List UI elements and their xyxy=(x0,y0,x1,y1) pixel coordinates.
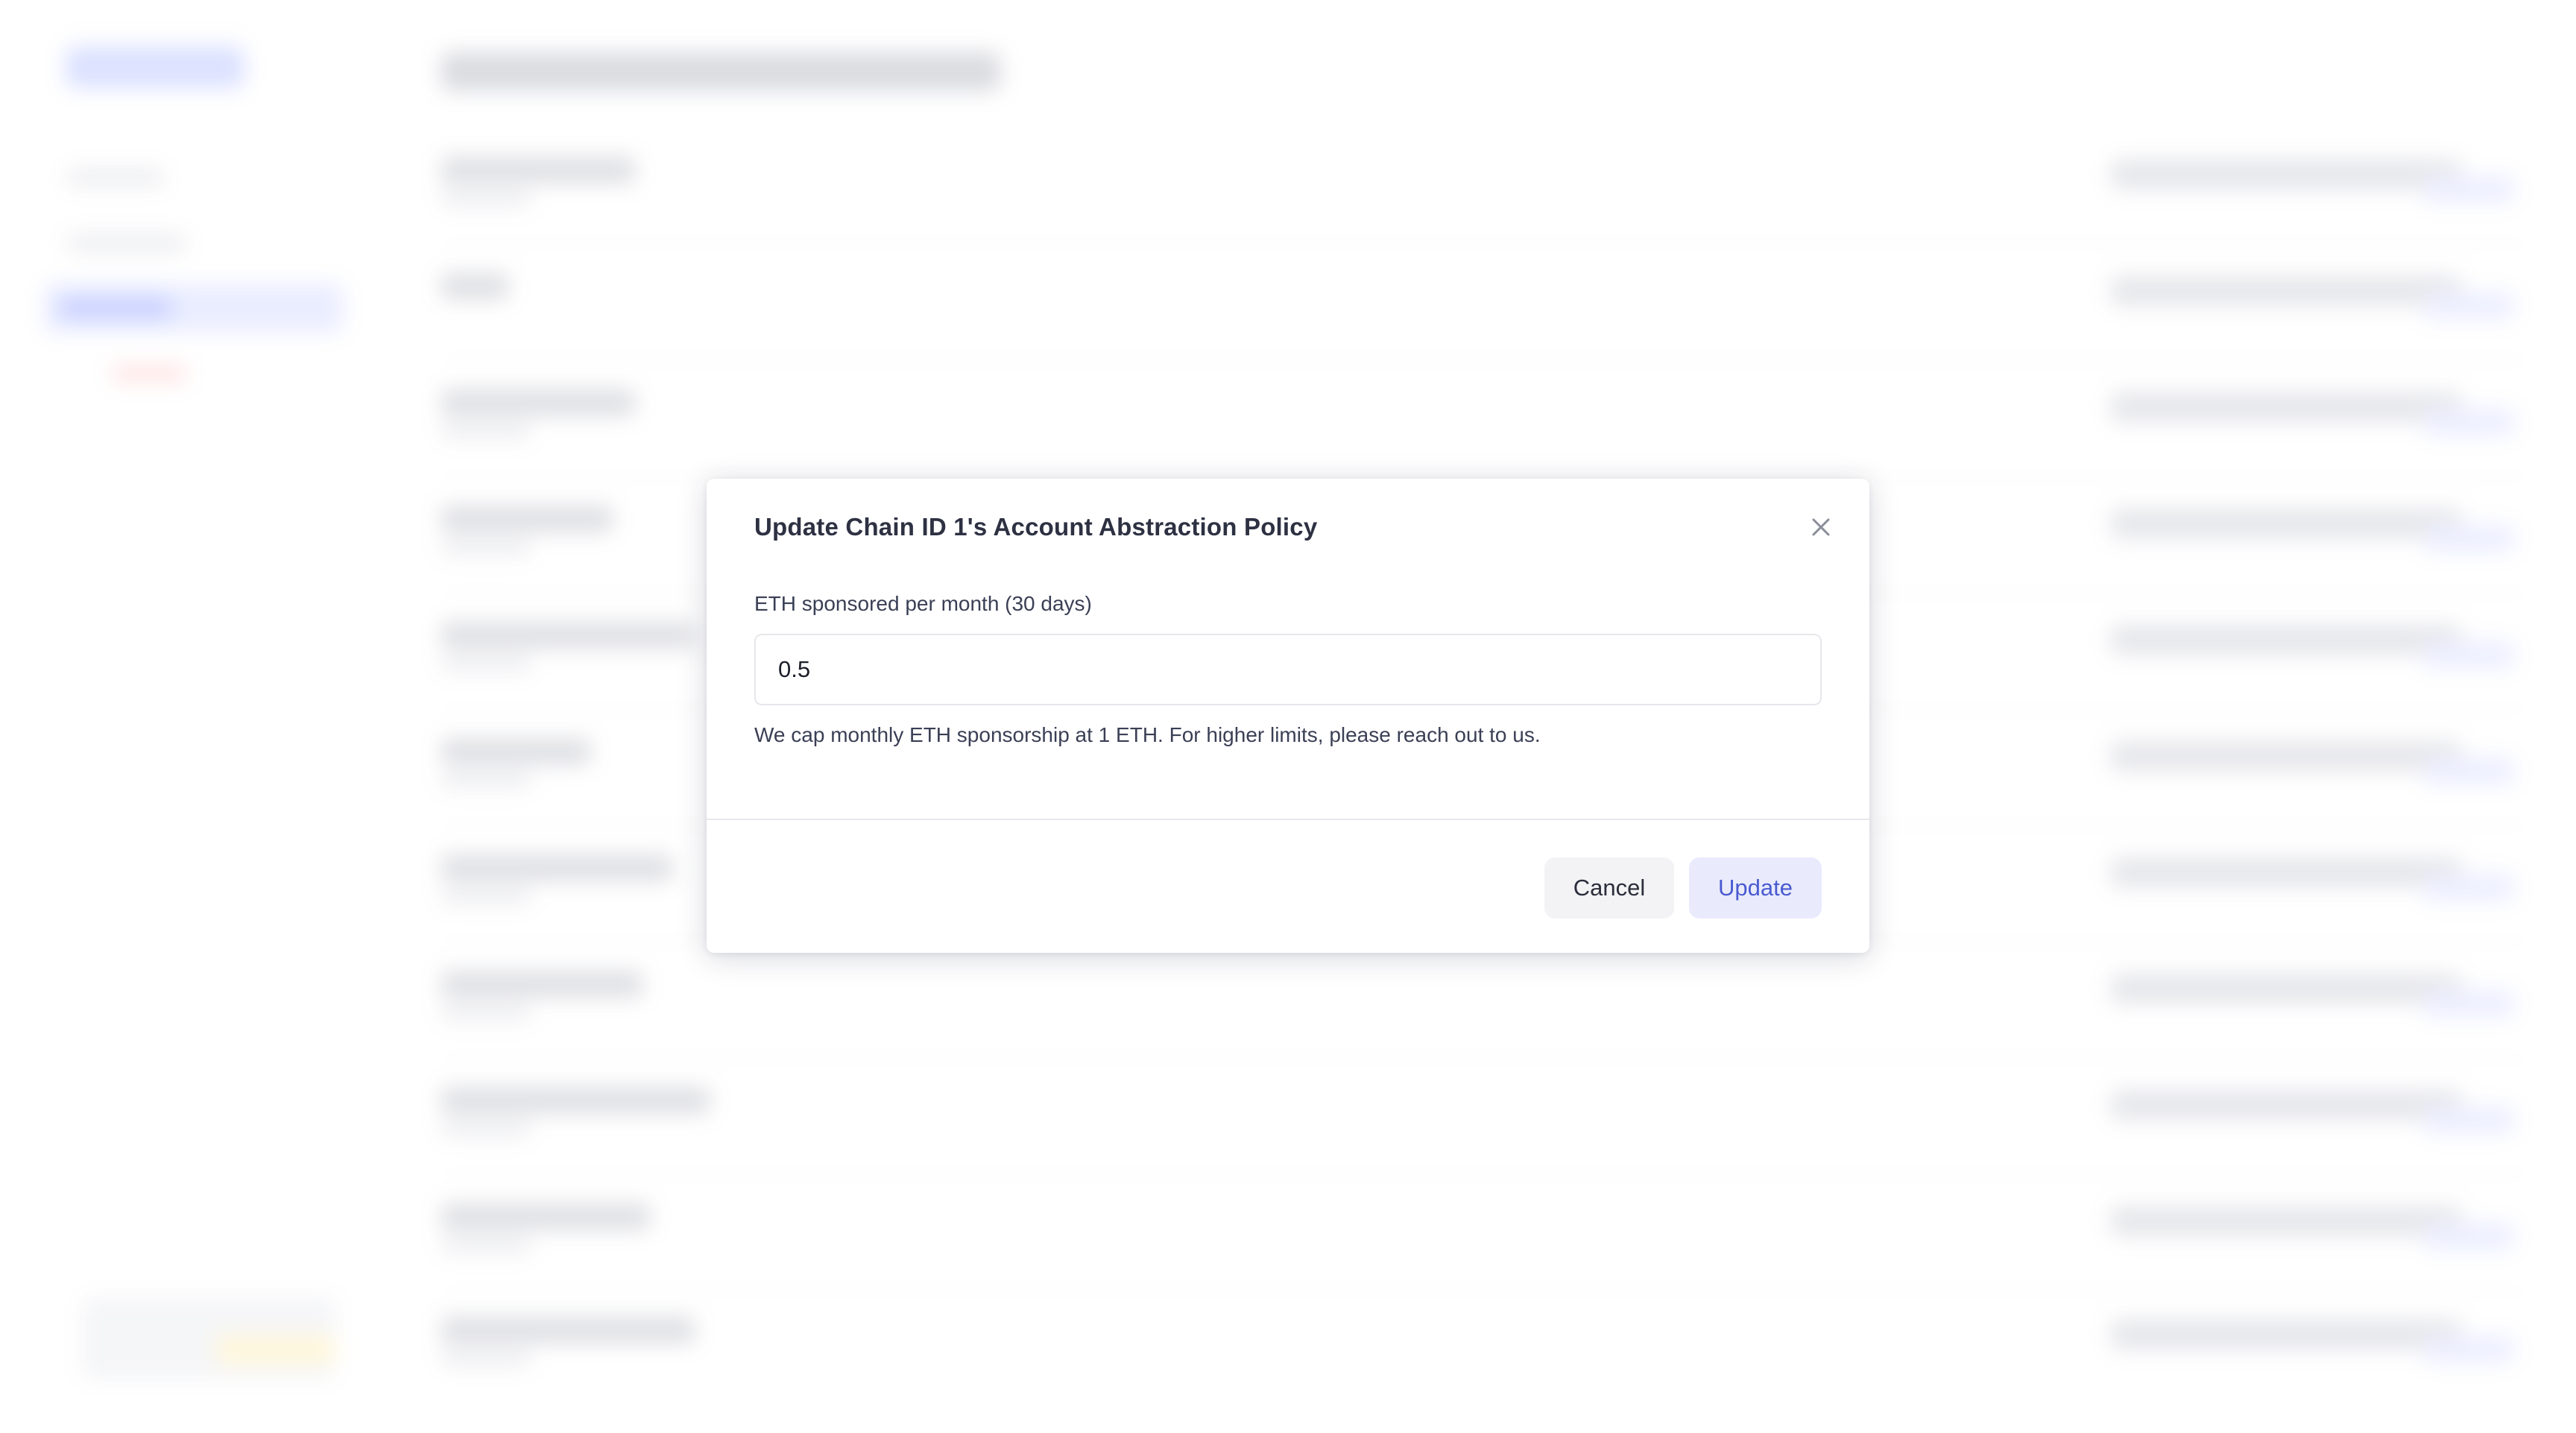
dialog-title: Update Chain ID 1's Account Abstraction … xyxy=(754,513,1318,541)
close-button[interactable] xyxy=(1802,508,1840,546)
update-button[interactable]: Update xyxy=(1689,857,1822,919)
eth-sponsored-input[interactable] xyxy=(754,634,1822,705)
eth-sponsored-label: ETH sponsored per month (30 days) xyxy=(754,592,1092,615)
dialog-divider xyxy=(707,819,1869,820)
close-icon xyxy=(1812,518,1830,536)
update-policy-dialog: Update Chain ID 1's Account Abstraction … xyxy=(707,479,1869,953)
help-text: We cap monthly ETH sponsorship at 1 ETH.… xyxy=(754,723,1541,746)
cancel-button[interactable]: Cancel xyxy=(1544,857,1674,919)
